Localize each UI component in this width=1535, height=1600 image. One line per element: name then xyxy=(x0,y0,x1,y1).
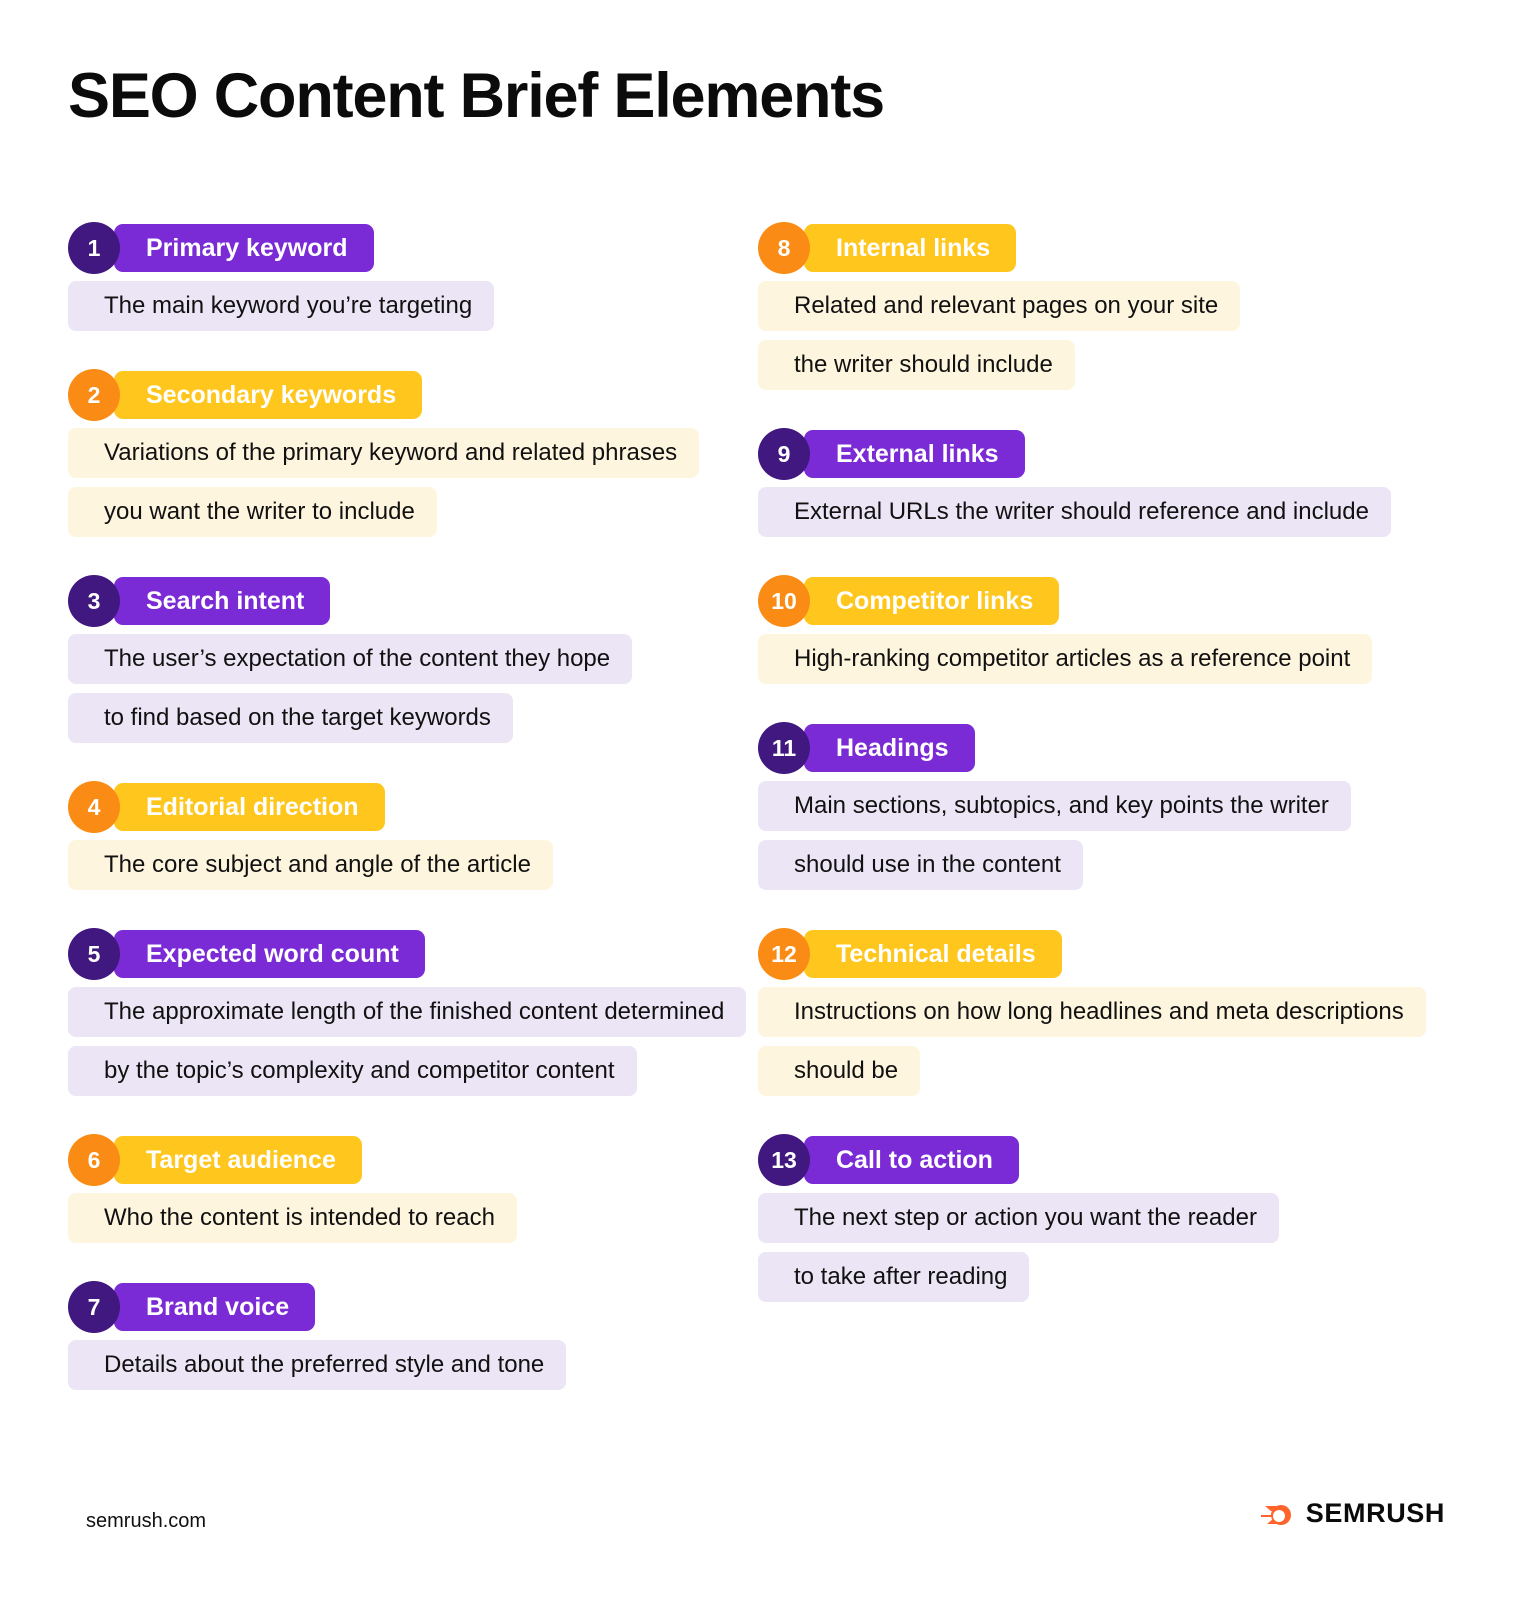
item-description-line: the writer should include xyxy=(758,340,1075,390)
item-number-badge: 6 xyxy=(68,1134,120,1186)
item-description-line: Variations of the primary keyword and re… xyxy=(68,428,700,478)
column-left: 1 Primary keyword The main keyword you’re … xyxy=(68,222,758,1428)
item-description: High-ranking competitor articles as a re… xyxy=(758,634,1458,684)
brief-element-item: 12 Technical details Instructions on how l… xyxy=(758,928,1458,1096)
item-description: The next step or action you want the rea… xyxy=(758,1193,1458,1302)
item-description-line: The next step or action you want the rea… xyxy=(758,1193,1279,1243)
brief-element-item: 5 Expected word count The approximate leng… xyxy=(68,928,758,1096)
item-label-pill: Primary keyword xyxy=(114,224,374,272)
item-description-line: to take after reading xyxy=(758,1252,1030,1302)
brief-element-item: 4 Editorial direction The core subject and… xyxy=(68,781,758,890)
item-header: 3 Search intent xyxy=(68,575,758,627)
item-number-badge: 10 xyxy=(758,575,810,627)
item-header: 1 Primary keyword xyxy=(68,222,758,274)
item-label-pill: External links xyxy=(804,430,1025,478)
brief-element-item: 9 External links External URLs the writer … xyxy=(758,428,1458,537)
footer-url: semrush.com xyxy=(86,1510,207,1532)
item-description: The core subject and angle of the articl… xyxy=(68,840,758,890)
item-header: 6 Target audience xyxy=(68,1134,758,1186)
brief-element-item: 10 Competitor links High-ranking competito… xyxy=(758,575,1458,684)
item-header: 5 Expected word count xyxy=(68,928,758,980)
item-number-badge: 8 xyxy=(758,222,810,274)
item-label-pill: Call to action xyxy=(804,1136,1019,1184)
item-description: External URLs the writer should referenc… xyxy=(758,487,1458,537)
item-description-line: to find based on the target keywords xyxy=(68,693,513,743)
brief-element-item: 7 Brand voice Details about the preferred … xyxy=(68,1281,758,1390)
item-description-line: The approximate length of the finished c… xyxy=(68,987,747,1037)
item-description-line: should use in the content xyxy=(758,840,1083,890)
brief-element-item: 13 Call to action The next step or action … xyxy=(758,1134,1458,1302)
item-number-badge: 1 xyxy=(68,222,120,274)
item-number-badge: 5 xyxy=(68,928,120,980)
item-header: 11 Headings xyxy=(758,722,1458,774)
page-title: SEO Content Brief Elements xyxy=(68,61,885,131)
item-number-badge: 12 xyxy=(758,928,810,980)
item-label-pill: Internal links xyxy=(804,224,1017,272)
item-number-badge: 7 xyxy=(68,1281,120,1333)
item-description-line: The user’s expectation of the content th… xyxy=(68,634,633,684)
item-description-line: should be xyxy=(758,1046,921,1096)
item-description-line: The core subject and angle of the articl… xyxy=(68,840,553,890)
semrush-wordmark: SEMRUSH xyxy=(1305,1498,1445,1528)
brief-element-item: 3 Search intent The user’s expectation of … xyxy=(68,575,758,743)
item-label-pill: Target audience xyxy=(114,1136,362,1184)
item-description: Who the content is intended to reach xyxy=(68,1193,758,1243)
item-description: Related and relevant pages on your site t… xyxy=(758,281,1458,390)
item-number-badge: 11 xyxy=(758,722,810,774)
item-description-line: Instructions on how long headlines and m… xyxy=(758,987,1426,1037)
infographic-page: SEO Content Brief Elements 1 Primary keyw… xyxy=(0,0,1535,1600)
item-label-pill: Editorial direction xyxy=(114,783,385,831)
item-description-line: The main keyword you’re targeting xyxy=(68,281,495,331)
item-description: Instructions on how long headlines and m… xyxy=(758,987,1458,1096)
item-description-line: Main sections, subtopics, and key points… xyxy=(758,781,1351,831)
semrush-comet-icon xyxy=(1254,1504,1291,1525)
item-description: Variations of the primary keyword and re… xyxy=(68,428,758,537)
brief-element-item: 8 Internal links Related and relevant page… xyxy=(758,222,1458,390)
item-description: The user’s expectation of the content th… xyxy=(68,634,758,743)
item-description-line: Related and relevant pages on your site xyxy=(758,281,1241,331)
item-description-line: Details about the preferred style and to… xyxy=(68,1340,567,1390)
brief-element-item: 11 Headings Main sections, subtopics, and … xyxy=(758,722,1458,890)
item-number-badge: 2 xyxy=(68,369,120,421)
item-header: 8 Internal links xyxy=(758,222,1458,274)
item-description-line: Who the content is intended to reach xyxy=(68,1193,517,1243)
item-label-pill: Expected word count xyxy=(114,930,425,978)
item-header: 13 Call to action xyxy=(758,1134,1458,1186)
item-header: 12 Technical details xyxy=(758,928,1458,980)
brief-element-item: 1 Primary keyword The main keyword you’re … xyxy=(68,222,758,331)
column-right: 8 Internal links Related and relevant page… xyxy=(758,222,1458,1340)
brief-element-item: 2 Secondary keywords Variations of the pri… xyxy=(68,369,758,537)
item-label-pill: Technical details xyxy=(804,930,1062,978)
item-description: The main keyword you’re targeting xyxy=(68,281,758,331)
item-description: Details about the preferred style and to… xyxy=(68,1340,758,1390)
item-header: 10 Competitor links xyxy=(758,575,1458,627)
footer: semrush.com SEMRUSH xyxy=(0,1490,1535,1600)
semrush-brand: SEMRUSH xyxy=(1254,1498,1445,1529)
item-description: The approximate length of the finished c… xyxy=(68,987,758,1096)
item-description-line: you want the writer to include xyxy=(68,487,437,537)
item-number-badge: 9 xyxy=(758,428,810,480)
item-header: 2 Secondary keywords xyxy=(68,369,758,421)
item-description: Main sections, subtopics, and key points… xyxy=(758,781,1458,890)
item-label-pill: Headings xyxy=(804,724,975,772)
item-header: 9 External links xyxy=(758,428,1458,480)
item-header: 7 Brand voice xyxy=(68,1281,758,1333)
brief-element-item: 6 Target audience Who the content is inten… xyxy=(68,1134,758,1243)
item-label-pill: Secondary keywords xyxy=(114,371,423,419)
item-number-badge: 13 xyxy=(758,1134,810,1186)
item-header: 4 Editorial direction xyxy=(68,781,758,833)
item-description-line: High-ranking competitor articles as a re… xyxy=(758,634,1373,684)
item-description-line: External URLs the writer should referenc… xyxy=(758,487,1391,537)
item-label-pill: Search intent xyxy=(114,577,331,625)
item-number-badge: 4 xyxy=(68,781,120,833)
item-label-pill: Brand voice xyxy=(114,1283,316,1331)
item-label-pill: Competitor links xyxy=(804,577,1060,625)
item-number-badge: 3 xyxy=(68,575,120,627)
item-description-line: by the topic’s complexity and competitor… xyxy=(68,1046,637,1096)
